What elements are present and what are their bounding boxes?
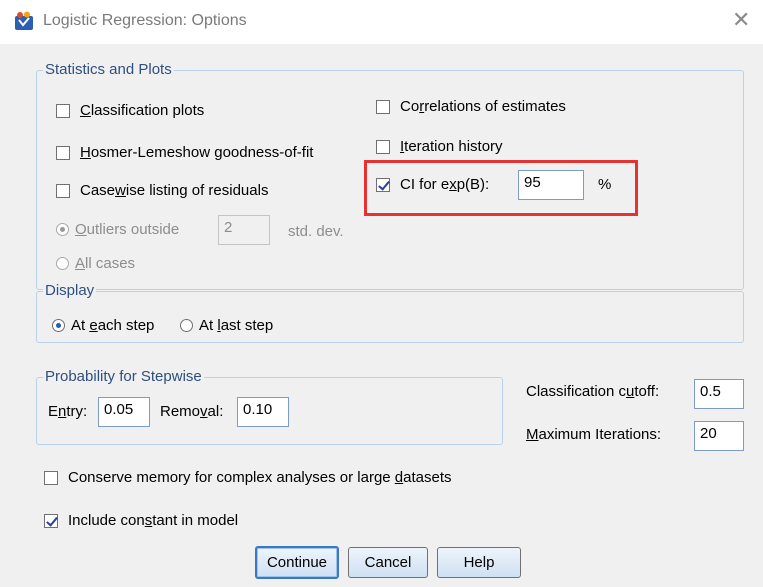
at-each-step-label: At each step xyxy=(71,317,155,334)
classification-plots-checkbox[interactable]: Classification plots xyxy=(56,102,204,119)
checkbox-box[interactable] xyxy=(56,145,70,160)
removal-label: Removal: xyxy=(160,403,224,420)
radio-dot[interactable] xyxy=(180,319,193,332)
correlations-label: Correlations of estimates xyxy=(400,98,566,115)
probability-stepwise-title: Probability for Stepwise xyxy=(43,368,204,385)
casewise-listing-label: Casewise listing of residuals xyxy=(80,182,269,199)
maximum-iterations-label: Maximum Iterations: xyxy=(526,426,662,443)
classification-cutoff-field[interactable]: 0.5 xyxy=(694,379,744,409)
classification-cutoff-label: Classification cutoff: xyxy=(526,383,660,400)
removal-field[interactable]: 0.10 xyxy=(237,397,289,427)
outliers-outside-radio[interactable]: Outliers outside xyxy=(56,221,179,238)
help-button[interactable]: Help xyxy=(437,547,521,578)
radio-dot[interactable] xyxy=(52,319,65,332)
iteration-history-label: Iteration history xyxy=(400,138,503,155)
casewise-listing-checkbox[interactable]: Casewise listing of residuals xyxy=(56,182,268,199)
at-last-step-label: At last step xyxy=(199,317,274,334)
std-dev-unit: std. dev. xyxy=(288,223,344,240)
statistics-and-plots-title: Statistics and Plots xyxy=(43,61,174,78)
window-title: Logistic Regression: Options xyxy=(43,12,247,29)
title-bar: Logistic Regression: Options ✕ xyxy=(0,0,763,44)
cancel-button[interactable]: Cancel xyxy=(348,547,428,578)
continue-button[interactable]: Continue xyxy=(255,546,339,579)
checkbox-box[interactable] xyxy=(376,99,390,114)
highlight-box xyxy=(364,160,638,216)
checkbox-box[interactable] xyxy=(44,470,58,485)
outliers-outside-label: Outliers outside xyxy=(75,221,180,238)
maximum-iterations-field[interactable]: 20 xyxy=(694,421,744,451)
checkbox-box[interactable] xyxy=(376,139,390,154)
include-constant-checkbox[interactable]: Include constant in model xyxy=(44,512,238,529)
entry-field[interactable]: 0.05 xyxy=(98,397,150,427)
checkbox-box[interactable] xyxy=(44,513,58,528)
hosmer-lemeshow-checkbox[interactable]: Hosmer-Lemeshow goodness-of-fit xyxy=(56,144,313,161)
at-last-step-radio[interactable]: At last step xyxy=(180,317,273,334)
iteration-history-checkbox[interactable]: Iteration history xyxy=(376,138,503,155)
entry-label: Entry: xyxy=(48,403,88,420)
radio-dot[interactable] xyxy=(56,257,69,270)
display-title: Display xyxy=(43,282,97,299)
at-each-step-radio[interactable]: At each step xyxy=(52,317,154,334)
conserve-memory-checkbox[interactable]: Conserve memory for complex analyses or … xyxy=(44,469,452,486)
correlations-of-estimates-checkbox[interactable]: Correlations of estimates xyxy=(376,98,566,115)
all-cases-radio[interactable]: All cases xyxy=(56,255,135,272)
classification-plots-label: Classification plots xyxy=(80,102,205,119)
include-constant-label: Include constant in model xyxy=(68,512,239,529)
conserve-memory-label: Conserve memory for complex analyses or … xyxy=(68,469,452,486)
app-icon xyxy=(15,11,33,30)
hosmer-lemeshow-label: Hosmer-Lemeshow goodness-of-fit xyxy=(80,144,314,161)
checkbox-box[interactable] xyxy=(56,183,70,198)
outliers-std-dev-field[interactable]: 2 xyxy=(218,215,270,245)
radio-dot[interactable] xyxy=(56,223,69,236)
all-cases-label: All cases xyxy=(75,255,136,272)
close-icon[interactable]: ✕ xyxy=(732,9,750,31)
checkbox-box[interactable] xyxy=(56,103,70,118)
